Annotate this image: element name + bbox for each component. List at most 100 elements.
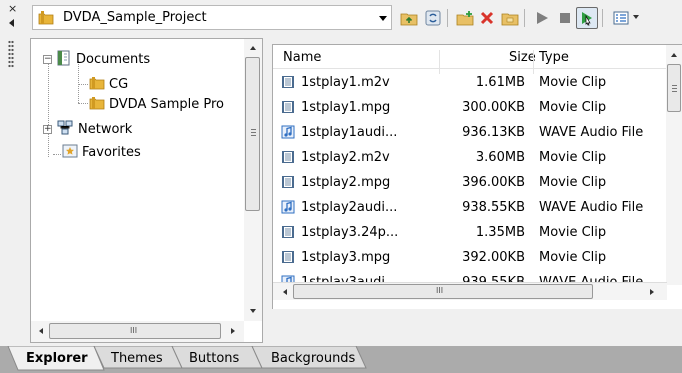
file-size: 1.35MB	[475, 225, 525, 240]
path-combobox[interactable]: DVDA_Sample_Project	[32, 5, 392, 30]
stop-button[interactable]	[554, 7, 576, 29]
tree-item-dvda-sample-project[interactable]: DVDA Sample Pro	[89, 95, 224, 113]
scroll-left-icon[interactable]	[283, 289, 287, 295]
auto-preview-icon	[582, 12, 592, 26]
grip-line	[251, 132, 256, 133]
tree-connector	[78, 84, 88, 85]
file-row[interactable]: 1stplay2audi... 938.55KB WAVE Audio File	[273, 195, 667, 220]
toolbar: DVDA_Sample_Project	[26, 0, 682, 36]
tab-backgrounds[interactable]: Backgrounds	[271, 346, 355, 370]
file-type: Movie Clip	[539, 150, 607, 165]
scroll-down-icon[interactable]	[250, 309, 256, 313]
tab-buttons[interactable]: Buttons	[189, 346, 239, 370]
tree-connector	[78, 103, 88, 104]
collapse-icon[interactable]: −	[43, 54, 52, 64]
delete-button[interactable]	[476, 7, 498, 29]
file-row[interactable]: 1stplay3.mpg 392.00KB Movie Clip	[273, 245, 667, 270]
tree-item-label: CG	[109, 76, 129, 92]
views-button[interactable]	[610, 7, 632, 29]
tab-explorer[interactable]: Explorer	[26, 346, 88, 370]
tree-connector	[53, 154, 61, 155]
toolbar-separator	[447, 9, 448, 27]
open-folder-button[interactable]	[499, 7, 521, 29]
new-folder-icon	[456, 11, 474, 26]
file-row[interactable]: 1stplay2.m2v 3.60MB Movie Clip	[273, 145, 667, 170]
panel-handle: ×	[0, 0, 26, 346]
tree-hscroll-thumb[interactable]: III	[49, 323, 221, 339]
tab-themes[interactable]: Themes	[111, 346, 163, 370]
file-size: 300.00KB	[462, 100, 525, 115]
open-folder-icon	[501, 13, 519, 26]
new-folder-button[interactable]	[454, 7, 476, 29]
tab-bar: Explorer Themes Buttons Backgrounds	[0, 346, 682, 373]
network-icon	[56, 120, 74, 139]
column-header-size[interactable]: Size	[509, 50, 536, 65]
drag-grip-icon[interactable]	[8, 40, 14, 68]
list-horizontal-scrollbar[interactable]: III	[273, 282, 667, 300]
scroll-up-icon[interactable]	[671, 53, 677, 57]
tree-item-cg[interactable]: CG	[89, 75, 128, 93]
file-row[interactable]: 1stplay1.mpg 300.00KB Movie Clip	[273, 95, 667, 120]
file-name: 1stplay2.mpg	[301, 175, 391, 190]
tree-item-favorites[interactable]: Favorites	[62, 143, 141, 161]
views-dropdown-icon[interactable]	[633, 15, 639, 19]
tree-item-label: DVDA Sample Pro	[109, 96, 224, 112]
pin-arrow-icon[interactable]	[9, 19, 14, 27]
list-hscroll-thumb[interactable]: III	[293, 284, 593, 299]
list-vertical-scrollbar[interactable]	[666, 45, 682, 285]
file-list: Name Size Type 1stplay1.m2v 1.61MB Movie C…	[272, 44, 682, 309]
refresh-button[interactable]	[422, 7, 444, 29]
file-name: 1stplay1audi...	[301, 125, 398, 140]
tree-horizontal-scrollbar[interactable]: III	[31, 321, 244, 342]
scroll-left-icon[interactable]	[39, 328, 43, 334]
column-header-type[interactable]: Type	[539, 50, 569, 65]
file-row[interactable]: 1stplay1audi... 936.13KB WAVE Audio File	[273, 120, 667, 145]
movie-file-icon	[281, 250, 295, 267]
close-icon[interactable]: ×	[8, 3, 17, 14]
grip-line	[672, 88, 677, 89]
toolbar-separator	[524, 9, 525, 27]
file-row[interactable]: 1stplay2.mpg 396.00KB Movie Clip	[273, 170, 667, 195]
tree-item-label: Documents	[76, 51, 151, 67]
chevron-down-icon[interactable]	[379, 16, 387, 21]
tree-item-network[interactable]: + Network	[43, 120, 132, 138]
movie-file-icon	[281, 100, 295, 117]
play-button[interactable]	[531, 7, 553, 29]
list-scroll-thumb[interactable]	[667, 64, 681, 112]
tree-connector	[48, 59, 49, 157]
folder-icon	[38, 10, 54, 29]
file-type: Movie Clip	[539, 75, 607, 90]
tree-item-label: Favorites	[82, 144, 141, 160]
tree-scroll-thumb[interactable]	[245, 57, 260, 211]
file-size: 396.00KB	[462, 175, 525, 190]
file-size: 1.61MB	[475, 75, 525, 90]
column-header-name[interactable]: Name	[283, 50, 321, 65]
delete-icon	[480, 11, 494, 25]
file-name: 1stplay1.mpg	[301, 100, 391, 115]
tree-vertical-scrollbar[interactable]	[244, 39, 262, 321]
scroll-up-icon[interactable]	[250, 46, 256, 50]
movie-file-icon	[281, 175, 295, 192]
file-row[interactable]: 1stplay3.24p... 1.35MB Movie Clip	[273, 220, 667, 245]
file-type: Movie Clip	[539, 100, 607, 115]
folder-tree: − Documents CG DVDA Sample Pro + Network…	[30, 38, 263, 343]
auto-preview-button[interactable]	[576, 7, 598, 29]
play-icon	[537, 12, 548, 24]
grip-line	[251, 129, 256, 130]
scroll-right-icon[interactable]	[231, 328, 235, 334]
tab-label: Buttons	[189, 350, 240, 366]
path-value: DVDA_Sample_Project	[63, 10, 207, 25]
scroll-right-icon[interactable]	[650, 289, 654, 295]
refresh-icon	[425, 10, 441, 26]
views-icon	[613, 11, 629, 25]
toolbar-separator	[602, 9, 603, 27]
tab-label: Themes	[111, 350, 163, 366]
file-type: Movie Clip	[539, 225, 607, 240]
favorites-icon	[62, 143, 78, 162]
tab-label: Backgrounds	[271, 350, 356, 366]
tree-item-documents[interactable]: − Documents	[43, 50, 150, 68]
expand-icon[interactable]: +	[43, 124, 52, 134]
up-folder-button[interactable]	[398, 7, 420, 29]
file-type: Movie Clip	[539, 250, 607, 265]
file-row[interactable]: 1stplay1.m2v 1.61MB Movie Clip	[273, 70, 667, 95]
